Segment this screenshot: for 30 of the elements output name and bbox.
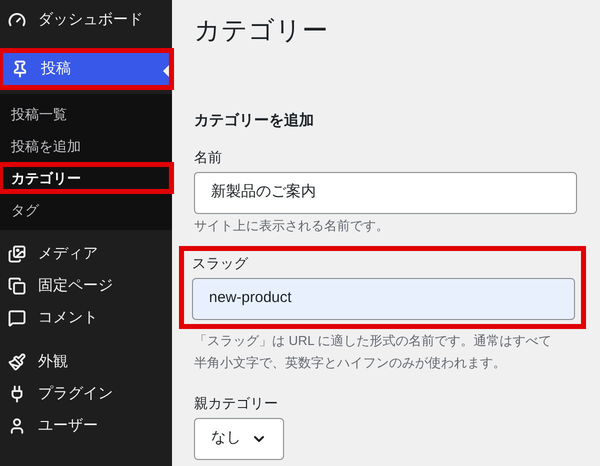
text-field[interactable]: 新製品のご案内: [194, 172, 577, 214]
section-heading: カテゴリーを追加: [194, 111, 315, 131]
paintbrush-icon: [8, 353, 26, 371]
field-label: 名前: [194, 148, 223, 166]
sidebar-item[interactable]: メディア: [0, 238, 172, 270]
sidebar-item[interactable]: ユーザー: [0, 410, 172, 442]
text-field[interactable]: new-product: [192, 278, 575, 320]
submenu-item[interactable]: 投稿を追加: [3, 135, 169, 157]
parent-category-select[interactable]: なし: [194, 418, 284, 460]
pin-icon: [11, 60, 29, 78]
field-label: スラッグ: [192, 254, 250, 272]
speech-bubble-icon: [8, 309, 26, 327]
pages-icon: [8, 277, 26, 295]
sidebar-item[interactable]: ダッシュボード: [0, 4, 172, 36]
field-hint: 半角小文字で、英数字とハイフンのみが使われます。: [194, 354, 507, 372]
user-icon: [8, 417, 26, 435]
submenu-item[interactable]: タグ: [3, 199, 169, 221]
sidebar-item[interactable]: 外観: [0, 346, 172, 378]
field-hint: サイト上に表示される名前です。: [194, 216, 390, 234]
gauge-icon: [8, 11, 26, 29]
field-label: 親カテゴリー: [194, 394, 279, 412]
field-hint: 「スラッグ」は URL に適した形式の名前です。通常はすべて: [194, 332, 553, 350]
sidebar-item[interactable]: コメント: [0, 302, 172, 334]
page-title: カテゴリー: [194, 14, 329, 47]
sidebar-item[interactable]: 投稿: [3, 53, 169, 85]
sidebar-item[interactable]: 固定ページ: [0, 270, 172, 302]
sidebar-item[interactable]: プラグイン: [0, 378, 172, 410]
pointer-icon: [163, 65, 169, 77]
submenu-item[interactable]: 投稿一覧: [3, 103, 169, 125]
images-icon: [8, 245, 26, 263]
